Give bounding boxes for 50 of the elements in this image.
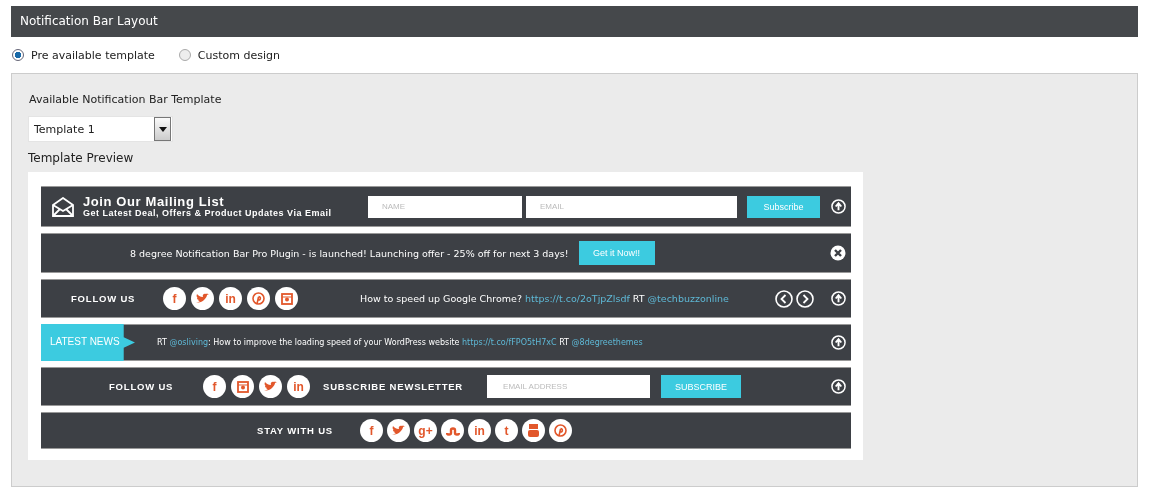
bird-icon[interactable]: [191, 287, 214, 310]
template-dropdown[interactable]: Template 1: [28, 116, 173, 142]
dropdown-caret-icon: [158, 126, 167, 132]
subscribe-button[interactable]: Subscribe: [747, 195, 820, 218]
social-icon[interactable]: f: [163, 287, 186, 310]
text-field[interactable]: EMAIL: [526, 195, 737, 218]
email-field[interactable]: EMAIL ADDRESS: [487, 375, 651, 398]
radio-option[interactable]: Custom design: [178, 48, 280, 62]
newsletter-label: SUBSCRIBE NEWSLETTER: [323, 381, 464, 392]
news-label: LATEST NEWS: [41, 324, 135, 361]
get-it-button[interactable]: Get it Now!!: [578, 241, 655, 265]
tweet-text: RT @osliving: How to improve the loading speed of your WordPress website https://t.co/fFPO5tH7xC RT @8degreethemes: [157, 338, 643, 347]
social-icon[interactable]: in: [219, 287, 242, 310]
bird-icon[interactable]: [259, 375, 282, 398]
arrow-up-circle-icon[interactable]: [831, 199, 846, 214]
social-icon[interactable]: f: [360, 419, 383, 442]
radio-option[interactable]: Pre available template: [12, 48, 155, 62]
tweet-text: How to speed up Google Chrome? https://t.co/2oTjpZlsdf RT @techbuzzonline: [360, 293, 729, 304]
section-header: Notification Bar Layout: [11, 6, 1138, 37]
bird-icon[interactable]: [387, 419, 410, 442]
arrow-up-circle-icon[interactable]: [831, 379, 846, 394]
social-icon[interactable]: g+: [414, 419, 437, 442]
social-icon[interactable]: in: [287, 375, 310, 398]
tweet-link[interactable]: https://t.co/2oTjpZlsdf: [524, 293, 630, 304]
social-label: FOLLOW US: [109, 381, 175, 392]
social-label: FOLLOW US: [71, 293, 137, 304]
camera-icon[interactable]: [231, 375, 254, 398]
stumble-icon[interactable]: [441, 419, 464, 442]
tweet-link[interactable]: https://t.co/fFPO5tH7xC: [462, 338, 557, 347]
bar-title: Join Our Mailing List: [83, 194, 225, 208]
text-field[interactable]: NAME: [368, 195, 522, 218]
next-icon[interactable]: [796, 289, 814, 308]
envelope-icon: [52, 196, 74, 217]
bar-message: 8 degree Notification Bar Pro Plugin - is launched! Launching offer - 25% off for next 3 days!: [130, 247, 569, 259]
social-icon[interactable]: in: [468, 419, 491, 442]
arrow-up-circle-icon[interactable]: [831, 335, 846, 350]
subscribe-button[interactable]: SUBSCRIBE: [661, 375, 742, 398]
camera-icon[interactable]: [275, 287, 298, 310]
previous-icon[interactable]: [775, 289, 793, 308]
close-icon[interactable]: [830, 245, 846, 261]
preview-title: Template Preview: [28, 151, 135, 165]
pin-icon[interactable]: [549, 419, 572, 442]
tweet-link[interactable]: @techbuzzonline: [647, 293, 729, 304]
social-icon[interactable]: t: [495, 419, 518, 442]
social-icon[interactable]: f: [203, 375, 226, 398]
field-label: Available Notification Bar Template: [29, 93, 223, 106]
social-label: STAY WITH US: [257, 425, 334, 436]
pin-icon[interactable]: [247, 287, 270, 310]
arrow-up-circle-icon[interactable]: [831, 291, 846, 306]
tweet-link[interactable]: @8degreethemes: [571, 338, 643, 347]
